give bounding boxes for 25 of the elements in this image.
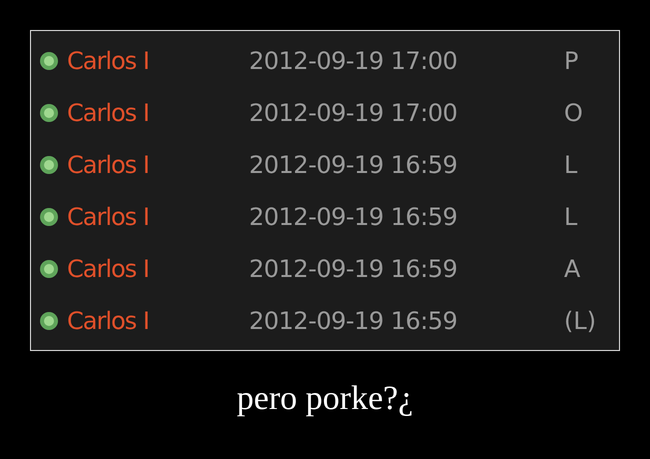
message-text: P [564, 46, 578, 77]
message-text: L [564, 150, 578, 181]
online-status-icon [39, 103, 59, 123]
message-text: A [564, 254, 580, 285]
sender-name: Carlos I [67, 306, 150, 337]
online-status-icon [39, 51, 59, 71]
online-status-icon [39, 259, 59, 279]
online-status-icon [39, 311, 59, 331]
caption: pero porke?¿ [236, 380, 414, 417]
message-time: 2012-09-19 17:00 [249, 46, 458, 77]
sender-name: Carlos I [67, 202, 150, 233]
message-text: L [564, 202, 578, 233]
message-time: 2012-09-19 16:59 [249, 150, 458, 181]
sender-name: Carlos I [67, 46, 150, 77]
online-status-icon [39, 207, 59, 227]
message-time: 2012-09-19 16:59 [249, 254, 458, 285]
sender-name: Carlos I [67, 150, 150, 181]
message-time: 2012-09-19 17:00 [249, 98, 458, 129]
sender-name: Carlos I [67, 98, 150, 129]
message-time: 2012-09-19 16:59 [249, 306, 458, 337]
message-time: 2012-09-19 16:59 [249, 202, 458, 233]
sender-name: Carlos I [67, 254, 150, 285]
online-status-icon [39, 155, 59, 175]
message-text: O [564, 98, 583, 129]
message-text: (L) [564, 306, 596, 337]
